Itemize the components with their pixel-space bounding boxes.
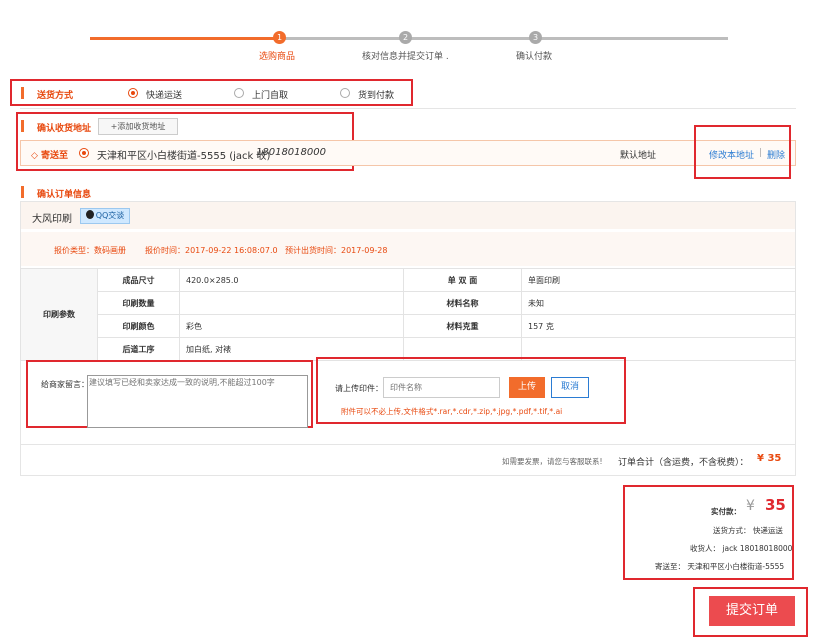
send-to-label: ◇ 寄送至 xyxy=(31,151,69,161)
address-text: 天津和平区小白楼街道-5555 (jack 收) xyxy=(97,151,271,162)
order-total-value: ¥ 35 xyxy=(757,453,782,464)
param-value: 彩色 xyxy=(179,314,404,338)
link-separator: | xyxy=(759,148,763,158)
param-key: 材料名称 xyxy=(403,291,522,315)
step-2-dot: 2 xyxy=(399,31,412,44)
radio-cod[interactable] xyxy=(340,88,350,98)
step-1-label: 选购商品 xyxy=(259,52,296,62)
param-value: 未知 xyxy=(521,291,796,315)
step-2-label: 核对信息并提交订单 . xyxy=(362,52,449,62)
radio-address[interactable] xyxy=(79,148,89,158)
radio-express[interactable] xyxy=(128,88,138,98)
table-row: 印刷参数 成品尺寸 420.0×285.0 单 双 面 单面印刷 xyxy=(20,268,796,361)
upload-hint: 附件可以不必上传,文件格式*.rar,*.cdr,*.zip,*.jpg,*.p… xyxy=(341,407,563,416)
address-section-bar xyxy=(21,120,24,132)
step-3-dot: 3 xyxy=(529,31,542,44)
param-key: 成品尺寸 xyxy=(97,268,180,292)
pay-amount: 35 xyxy=(765,496,786,514)
cancel-upload-button[interactable]: 取消 xyxy=(551,377,589,398)
option-express-label[interactable]: 快递运送 xyxy=(146,88,182,101)
param-value xyxy=(179,291,404,315)
param-key: 材料克重 xyxy=(403,314,522,338)
step-1-dot: 1 xyxy=(273,31,286,44)
address-title: 确认收货地址 xyxy=(37,124,92,134)
print-params-label: 印刷参数 xyxy=(20,268,98,361)
summary-delivery: 送货方式： 快递运送 xyxy=(713,526,783,535)
summary-address: 寄送至： 天津和平区小白楼街道-5555 xyxy=(655,562,785,571)
delivery-title: 送货方式 xyxy=(37,91,74,101)
edit-address-link[interactable]: 修改本地址 xyxy=(709,148,754,161)
step-3-label: 确认付款 xyxy=(516,52,553,62)
option-cod-label[interactable]: 货到付款 xyxy=(358,88,394,101)
delete-address-link[interactable]: 删除 xyxy=(767,148,785,161)
address-phone: 18018018000 xyxy=(256,147,326,158)
message-label: 给商家留言： xyxy=(41,380,89,389)
default-address-label: 默认地址 xyxy=(620,151,657,161)
file-name-input[interactable] xyxy=(383,377,500,398)
delivery-divider xyxy=(20,108,796,109)
quote-type: 报价类型：数码画册 xyxy=(54,246,126,255)
qq-icon xyxy=(85,210,94,219)
print-params-table: 印刷参数 成品尺寸 420.0×285.0 单 双 面 单面印刷 印刷数量 材料… xyxy=(20,268,796,361)
param-key: 印刷颜色 xyxy=(97,314,180,338)
step-line-done xyxy=(90,37,280,40)
shop-name: 大风印刷 xyxy=(32,214,72,225)
pay-currency: ¥ xyxy=(746,498,755,514)
param-key: 后道工序 xyxy=(97,337,180,361)
qq-chat-button[interactable]: QQ交谈 xyxy=(80,208,130,224)
delivery-section-bar xyxy=(21,87,24,99)
qq-chat-label: QQ交谈 xyxy=(95,211,125,220)
quote-time: 报价时间：2017-09-22 16:08:07.0 xyxy=(145,246,278,255)
param-value: 157 克 xyxy=(521,314,796,338)
table-row: 印刷颜色 彩色 材料克重 157 克 xyxy=(21,314,796,338)
summary-receiver: 收货人： jack 18018018000 xyxy=(690,544,793,553)
totals-divider xyxy=(21,444,795,445)
message-textarea[interactable] xyxy=(87,375,308,428)
step-line-pending xyxy=(280,37,728,40)
order-total-label: 订单合计（含运费，不含税费）： xyxy=(618,458,749,468)
table-row: 印刷数量 材料名称 未知 xyxy=(21,291,796,315)
param-value: 420.0×285.0 xyxy=(179,268,404,292)
radio-pickup[interactable] xyxy=(234,88,244,98)
order-title: 确认订单信息 xyxy=(37,190,92,200)
upload-label: 请上传印件： xyxy=(335,384,383,393)
option-pickup-label[interactable]: 上门自取 xyxy=(252,88,288,101)
upload-button[interactable]: 上传 xyxy=(509,377,545,398)
shop-header xyxy=(21,202,795,229)
param-value: 单面印刷 xyxy=(521,268,796,292)
ship-time: 预计出货时间：2017-09-28 xyxy=(285,246,388,255)
quote-info-row xyxy=(21,232,795,266)
add-address-button[interactable]: +添加收货地址 xyxy=(98,118,178,135)
param-key: 单 双 面 xyxy=(403,268,522,292)
param-key: 印刷数量 xyxy=(97,291,180,315)
order-section-bar xyxy=(21,186,24,198)
submit-order-button[interactable]: 提交订单 xyxy=(709,596,795,626)
pay-label: 实付款： xyxy=(711,507,741,516)
invoice-note: 如需要发票，请您与客服联系! xyxy=(502,457,603,466)
